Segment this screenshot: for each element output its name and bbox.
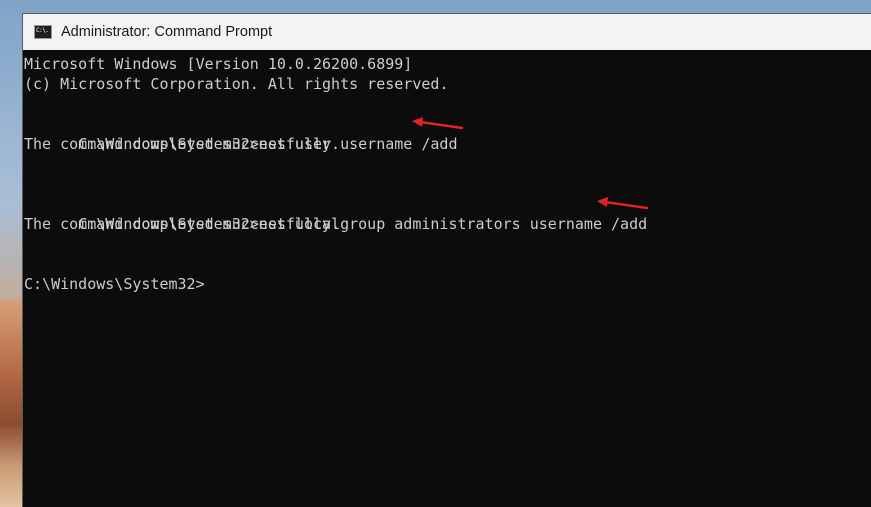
console-line-command: C:\Windows\System32>net localgroup admin… [24,194,871,233]
console-line-command: C:\Windows\System32>net user username /a… [24,114,871,153]
red-arrow-icon [597,197,649,210]
console-line: The command completed successfully. [24,215,341,233]
console-output[interactable]: Microsoft Windows [Version 10.0.26200.68… [23,50,871,507]
window-title: Administrator: Command Prompt [61,24,273,40]
desktop-wallpaper [0,300,24,507]
title-bar[interactable]: Administrator: Command Prompt [23,14,871,50]
console-line: (c) Microsoft Corporation. All rights re… [24,75,449,93]
command-prompt-line[interactable]: C:\Windows\System32> [24,274,871,294]
red-arrow-icon [412,117,464,130]
console-line: Microsoft Windows [Version 10.0.26200.68… [24,55,413,73]
command-prompt-window[interactable]: Administrator: Command Prompt Microsoft … [22,13,871,507]
console-line: The command completed successfully. [24,135,341,153]
command-prompt-icon [34,25,52,39]
